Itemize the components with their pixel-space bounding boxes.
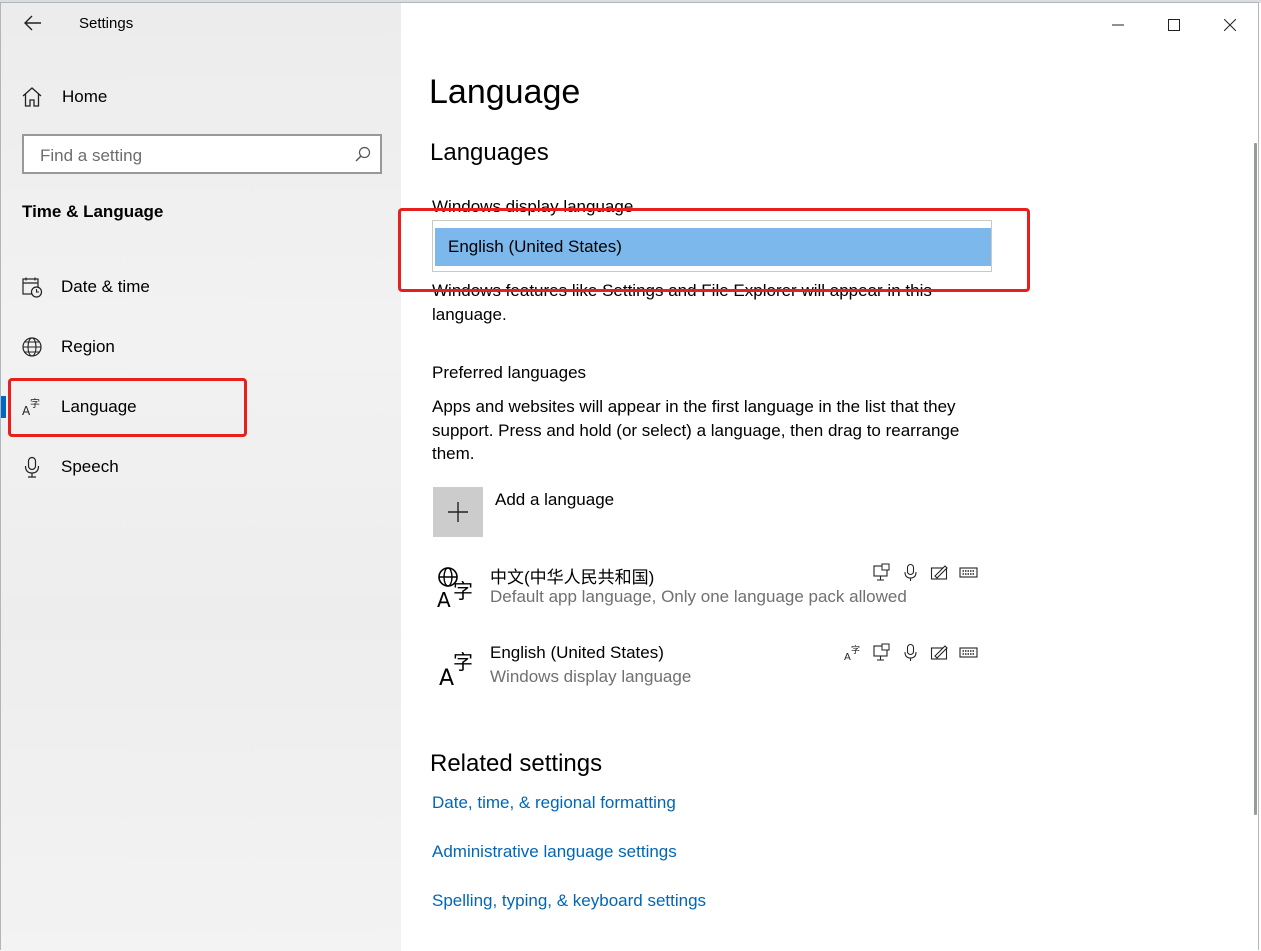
- scrollbar[interactable]: [1254, 143, 1257, 815]
- svg-text:A: A: [437, 588, 451, 609]
- svg-text:字: 字: [453, 579, 473, 603]
- microphone-icon: [21, 456, 43, 478]
- display-language-icon: [872, 643, 891, 662]
- maximize-icon: [1168, 19, 1180, 31]
- search-icon: [355, 146, 371, 162]
- display-language-selected: English (United States): [435, 228, 991, 266]
- keyboard-icon: [959, 643, 978, 662]
- preferred-languages-label: Preferred languages: [432, 363, 587, 382]
- add-language-button[interactable]: [433, 487, 483, 537]
- sidebar-item-label: Region: [61, 337, 115, 356]
- sidebar-item-date-time[interactable]: Date & time: [21, 267, 381, 307]
- language-item-english[interactable]: A 字 English (United States) Windows disp…: [432, 643, 992, 703]
- language-icon: A 字: [21, 396, 43, 418]
- link-regional-formatting[interactable]: Date, time, & regional formatting: [432, 793, 676, 813]
- sidebar: Settings Home Time & Language: [1, 3, 401, 951]
- add-language-label[interactable]: Add a language: [495, 490, 614, 510]
- svg-text:字: 字: [30, 397, 40, 410]
- sidebar-item-label: Date & time: [61, 277, 150, 296]
- sidebar-item-speech[interactable]: Speech: [21, 447, 381, 487]
- minimize-button[interactable]: [1090, 3, 1146, 47]
- language-subtitle: Windows display language: [490, 667, 692, 686]
- language-pack-icon: A字: [843, 643, 862, 662]
- preferred-languages-description: Apps and websites will appear in the fir…: [432, 397, 960, 463]
- language-icon: A 字: [439, 650, 473, 689]
- sidebar-item-language[interactable]: A 字 Language: [21, 387, 381, 427]
- sidebar-item-label: Home: [62, 87, 108, 106]
- display-language-icon: [872, 563, 891, 582]
- sidebar-item-label: Speech: [61, 457, 119, 476]
- settings-window: Settings Home Time & Language: [0, 2, 1259, 951]
- display-language-dropdown[interactable]: English (United States): [432, 220, 992, 272]
- language-item-chinese[interactable]: A 字 中文(中华人民共和国) Default app language, On…: [432, 563, 992, 623]
- link-spelling-typing-keyboard[interactable]: Spelling, typing, & keyboard settings: [432, 891, 706, 911]
- languages-heading: Languages: [430, 139, 549, 166]
- back-arrow-icon: [24, 15, 41, 31]
- search-box[interactable]: [22, 134, 382, 174]
- maximize-button[interactable]: [1146, 3, 1202, 47]
- related-settings-heading: Related settings: [430, 750, 603, 777]
- sidebar-item-region[interactable]: Region: [21, 327, 381, 367]
- link-administrative-language[interactable]: Administrative language settings: [432, 842, 677, 862]
- language-subtitle: Default app language, Only one language …: [490, 587, 907, 606]
- sidebar-item-home[interactable]: Home: [21, 81, 107, 113]
- home-icon: [22, 87, 42, 107]
- display-language-label: Windows display language: [432, 197, 634, 216]
- language-name: 中文(中华人民共和国): [490, 568, 655, 587]
- language-features: [872, 563, 978, 582]
- globe-icon: [21, 336, 43, 358]
- language-features: A字: [843, 643, 978, 662]
- sidebar-item-label: Language: [61, 397, 137, 416]
- close-button[interactable]: [1202, 3, 1258, 47]
- speech-icon: [901, 643, 920, 662]
- speech-icon: [901, 563, 920, 582]
- svg-text:A: A: [844, 652, 851, 662]
- close-icon: [1224, 19, 1236, 31]
- svg-text:字: 字: [453, 650, 473, 674]
- keyboard-icon: [959, 563, 978, 582]
- handwriting-icon: [930, 563, 949, 582]
- language-globe-icon: A 字: [437, 567, 473, 609]
- main-content: Language Languages Windows display langu…: [398, 3, 1258, 950]
- svg-text:A: A: [439, 666, 454, 689]
- handwriting-icon: [930, 643, 949, 662]
- display-language-description: Windows features like Settings and File …: [432, 281, 932, 324]
- language-name: English (United States): [490, 643, 664, 662]
- back-button[interactable]: [17, 11, 49, 35]
- minimize-icon: [1112, 24, 1124, 26]
- plus-icon: [448, 502, 468, 522]
- selection-indicator: [1, 396, 6, 418]
- page-title: Language: [429, 73, 581, 111]
- search-input[interactable]: [38, 144, 342, 168]
- app-title: Settings: [79, 15, 134, 32]
- section-title: Time & Language: [22, 202, 164, 221]
- calendar-clock-icon: [21, 276, 43, 298]
- svg-text:字: 字: [851, 644, 860, 656]
